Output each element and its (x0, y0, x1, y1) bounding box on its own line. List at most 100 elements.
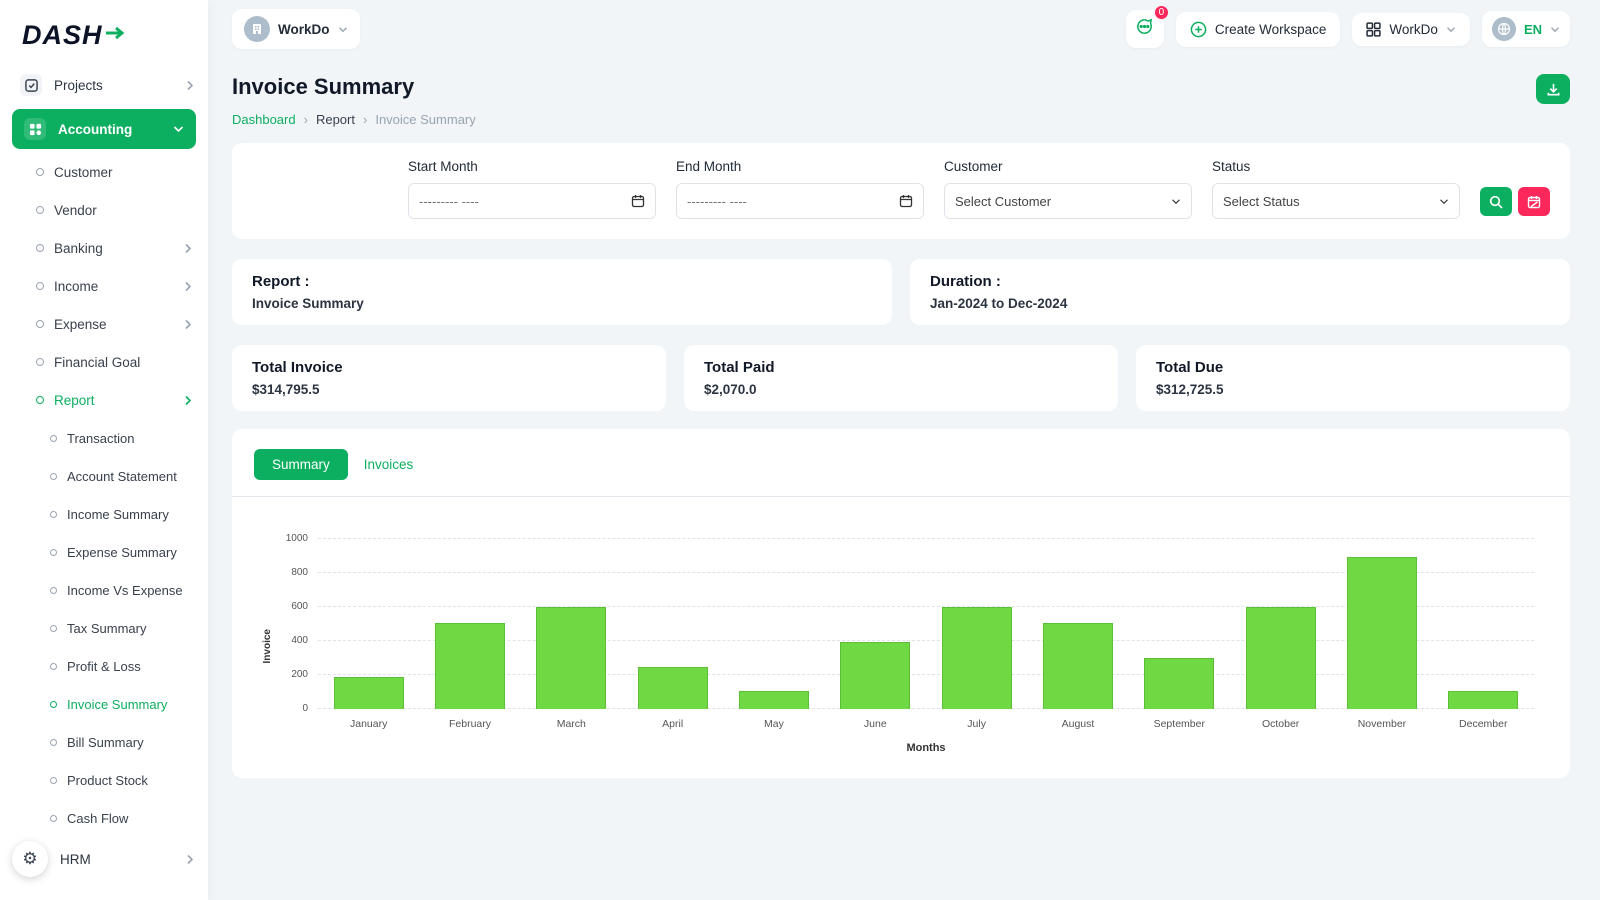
download-report-button[interactable] (1536, 74, 1570, 104)
brand-logo[interactable]: DASH (0, 14, 208, 65)
bullet-icon (36, 206, 44, 214)
bar-column (825, 539, 926, 709)
sidebar-item-income-vs-expense[interactable]: Income Vs Expense (0, 571, 208, 609)
customer-label: Customer (944, 159, 1003, 174)
status-select[interactable]: Select Status (1212, 183, 1460, 219)
tab-invoices[interactable]: Invoices (364, 457, 414, 472)
sidebar-item-label: Expense (54, 316, 107, 332)
tab-summary[interactable]: Summary (254, 449, 348, 480)
bar-column (723, 539, 824, 709)
bar-june[interactable] (840, 641, 911, 709)
bar-november[interactable] (1346, 556, 1417, 709)
sidebar-item-cash-flow[interactable]: Cash Flow (0, 799, 208, 837)
sidebar-item-projects[interactable]: Projects (0, 65, 208, 105)
chevron-right-icon (184, 243, 192, 254)
sidebar-item-profit-loss[interactable]: Profit & Loss (0, 647, 208, 685)
calendar-icon[interactable] (631, 194, 645, 208)
sidebar-item-hrm[interactable]: ⚙ HRM (0, 837, 208, 881)
sidebar-item-bill-summary[interactable]: Bill Summary (0, 723, 208, 761)
customer-select[interactable]: Select Customer (944, 183, 1192, 219)
bar-january[interactable] (333, 676, 404, 709)
sidebar-item-tax-summary[interactable]: Tax Summary (0, 609, 208, 647)
sidebar-item-income-summary[interactable]: Income Summary (0, 495, 208, 533)
bar-column (521, 539, 622, 709)
bar-october[interactable] (1245, 607, 1316, 709)
chevron-right-icon (184, 281, 192, 292)
chat-bubble-icon (1135, 17, 1154, 41)
x-tick-label: June (863, 718, 887, 730)
x-tick-label: December (1459, 718, 1508, 730)
bar-column (622, 539, 723, 709)
x-tick-label: July (967, 718, 986, 730)
chart-card: Summary Invoices Invoice 0 200 400 600 800 10… (232, 429, 1570, 778)
bar-february[interactable] (435, 623, 505, 709)
sidebar-item-expense-summary[interactable]: Expense Summary (0, 533, 208, 571)
breadcrumb-report[interactable]: Report (316, 112, 355, 127)
sidebar-item-label: Vendor (54, 202, 97, 218)
sidebar-item-financial-goal[interactable]: Financial Goal (0, 343, 208, 381)
sidebar-item-product-stock[interactable]: Product Stock (0, 761, 208, 799)
download-icon (1546, 82, 1561, 97)
apply-filter-button[interactable] (1480, 187, 1512, 216)
bar-august[interactable] (1043, 623, 1113, 709)
bullet-icon (36, 282, 44, 290)
sidebar-item-label: Transaction (67, 430, 135, 446)
bar-may[interactable] (739, 691, 809, 709)
sidebar-item-label: Invoice Summary (67, 696, 168, 712)
customer-group: Customer Select Customer (944, 159, 1192, 219)
settings-gear-button[interactable]: ⚙ (12, 841, 48, 877)
y-tick-label: 0 (302, 703, 308, 714)
create-workspace-label: Create Workspace (1214, 21, 1327, 37)
sidebar-item-account-statement[interactable]: Account Statement (0, 457, 208, 495)
end-month-input[interactable] (687, 193, 899, 209)
stat-value: $2,070.0 (704, 382, 757, 397)
plus-circle-icon (1190, 21, 1207, 38)
bar-march[interactable] (536, 607, 607, 709)
x-tick-label: September (1153, 718, 1205, 730)
x-tick-label: April (662, 718, 684, 730)
bar-april[interactable] (637, 667, 708, 709)
bar-july[interactable] (941, 607, 1012, 709)
language-selector[interactable]: EN (1481, 11, 1570, 47)
bar-column (419, 539, 520, 709)
sidebar-item-banking[interactable]: Banking (0, 229, 208, 267)
sidebar-item-accounting[interactable]: Accounting (12, 109, 196, 149)
sidebar-item-label: Projects (54, 77, 103, 93)
y-tick-label: 1000 (285, 533, 308, 544)
workspace-switcher[interactable]: WorkDo (232, 9, 360, 49)
breadcrumb: Dashboard › Report › Invoice Summary (232, 112, 1570, 127)
sidebar-item-label: HRM (60, 851, 91, 867)
workspace-name: WorkDo (278, 21, 330, 37)
sidebar-item-label: Cash Flow (67, 810, 129, 826)
bar-december[interactable] (1448, 691, 1519, 709)
x-labels: January February March April May June July Augu… (318, 718, 1534, 730)
search-icon (1489, 195, 1503, 209)
plot-area: 0 200 400 600 800 1000 (286, 533, 1534, 714)
sidebar-item-label: Accounting (58, 121, 133, 137)
bar-column (1230, 539, 1331, 709)
report-info-row: Report : Invoice Summary Duration : Jan-… (232, 259, 1570, 325)
sidebar-item-income[interactable]: Income (0, 267, 208, 305)
messages-button[interactable]: 0 (1125, 4, 1170, 48)
sidebar-item-invoice-summary[interactable]: Invoice Summary (0, 685, 208, 723)
calendar-icon[interactable] (899, 194, 913, 208)
sidebar-item-label: Account Statement (67, 468, 177, 484)
sidebar-item-vendor[interactable]: Vendor (0, 191, 208, 229)
status-select-value: Select Status (1223, 193, 1300, 209)
sidebar: DASH Projects Accounting Customer Vendor… (0, 0, 208, 900)
create-workspace-button[interactable]: Create Workspace (1175, 11, 1341, 47)
bar-september[interactable] (1144, 658, 1215, 709)
workspace-menu-button[interactable]: WorkDo (1352, 12, 1470, 46)
bar-column (1129, 539, 1230, 709)
breadcrumb-dashboard[interactable]: Dashboard (232, 112, 296, 127)
end-month-group: End Month (676, 159, 924, 219)
bullet-icon (36, 358, 44, 366)
invoice-bar-chart: Invoice 0 200 400 600 800 1000 January Februar… (254, 533, 1548, 754)
sidebar-item-report[interactable]: Report (0, 381, 208, 419)
sidebar-item-customer[interactable]: Customer (0, 153, 208, 191)
reset-filter-button[interactable] (1518, 187, 1550, 216)
start-month-input[interactable] (419, 193, 631, 209)
start-month-input-wrap (408, 183, 656, 219)
sidebar-item-expense[interactable]: Expense (0, 305, 208, 343)
sidebar-item-transaction[interactable]: Transaction (0, 419, 208, 457)
